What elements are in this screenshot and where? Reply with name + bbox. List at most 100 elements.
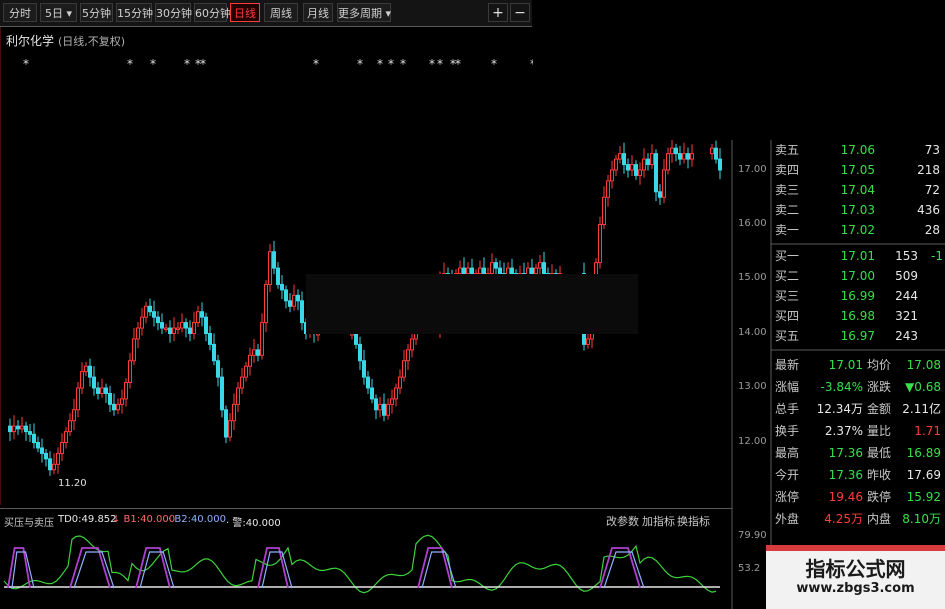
- candle-body: [478, 267, 482, 275]
- candle-body: [494, 262, 498, 269]
- candle-body: [458, 267, 462, 275]
- candle-body: [614, 158, 618, 171]
- candle-body: [84, 365, 88, 373]
- watermark-band: [766, 545, 945, 551]
- candle-body: [606, 180, 610, 198]
- candle-body: [642, 158, 646, 171]
- edit-params-button[interactable]: 改参数: [606, 513, 639, 529]
- candle-body: [618, 153, 622, 160]
- candle-body: [542, 262, 546, 275]
- candle-body: [184, 322, 188, 329]
- candle-body: [666, 153, 670, 171]
- candle-body: [658, 191, 662, 198]
- redaction-block-top: [533, 0, 945, 140]
- quote-value: 17.01: [828, 358, 863, 372]
- candle-body: [630, 164, 634, 171]
- ask-label: 卖五: [775, 143, 800, 157]
- candle-body: [626, 164, 630, 171]
- candle-body: [96, 387, 100, 394]
- bid-price: 17.00: [840, 269, 875, 283]
- candle-body: [16, 425, 20, 430]
- candle-body: [378, 403, 382, 411]
- bid-row[interactable]: 买三 16.99 244: [773, 286, 945, 307]
- price-tick: 14.00: [738, 327, 767, 338]
- candle-body: [76, 387, 80, 411]
- candle-body: [634, 164, 638, 176]
- candle-body: [292, 294, 296, 307]
- price-tick: 12.00: [738, 436, 767, 447]
- candle-body: [466, 267, 470, 275]
- bid-row[interactable]: 买一 17.01 153 -1: [773, 246, 945, 267]
- quote-value: 2.11亿: [902, 402, 941, 416]
- ask-row[interactable]: 卖四 17.05 218: [773, 160, 945, 181]
- ask-label: 卖四: [775, 163, 800, 177]
- candle-body: [48, 458, 52, 471]
- bid-row[interactable]: 买四 16.98 321: [773, 306, 945, 327]
- candle-body: [382, 403, 386, 416]
- candle-body: [678, 153, 682, 160]
- ask-volume: 218: [917, 163, 940, 177]
- candle-body: [120, 398, 124, 405]
- candle-body: [530, 267, 534, 275]
- watermark-url: www.zbgs3.com: [796, 581, 915, 596]
- candle-body: [256, 349, 260, 356]
- candle-body: [164, 327, 168, 331]
- quote-label: 今开: [775, 468, 800, 482]
- ask-label: 卖三: [775, 183, 800, 197]
- candle-body: [124, 382, 128, 400]
- ask-row[interactable]: 卖一 17.02 28: [773, 220, 945, 241]
- candle-body: [8, 425, 12, 433]
- add-indicator-button[interactable]: 加指标: [642, 513, 675, 529]
- candle-body: [358, 343, 362, 362]
- candle-body: [586, 338, 590, 345]
- bid-row[interactable]: 买五 16.97 243: [773, 326, 945, 347]
- quote-row: 涨幅 -3.84% 涨跌 ▼0.68: [773, 377, 945, 398]
- candle-body: [224, 409, 228, 438]
- indicator-sell-value: · 警:40.000: [226, 518, 281, 529]
- candle-body: [244, 365, 248, 378]
- candle-body: [650, 153, 654, 166]
- quote-value: ▼0.68: [905, 380, 941, 394]
- redaction-block-middle: [306, 274, 638, 334]
- candle-body: [622, 153, 626, 166]
- candle-body: [208, 333, 212, 345]
- indicator-group: [3, 534, 720, 594]
- candle-body: [64, 431, 68, 444]
- bid-row[interactable]: 买二 17.00 509: [773, 266, 945, 287]
- candle-body: [718, 158, 722, 171]
- indicator-tick: 79.90: [738, 530, 767, 541]
- candle-body: [252, 349, 256, 356]
- ask-price: 17.05: [840, 163, 875, 177]
- quote-value: 8.10万: [902, 512, 941, 526]
- bid-volume: 244: [895, 289, 918, 303]
- candle-body: [686, 153, 690, 160]
- ask-row[interactable]: 卖二 17.03 436: [773, 200, 945, 221]
- bid-volume: 509: [895, 269, 918, 283]
- bid-price: 16.97: [840, 329, 875, 343]
- candle-body: [140, 316, 144, 329]
- bid-volume: 153: [895, 249, 918, 263]
- candle-body: [24, 425, 28, 433]
- ask-price: 17.04: [840, 183, 875, 197]
- candle-body: [490, 262, 494, 275]
- ask-volume: 73: [924, 143, 940, 157]
- indicator-title[interactable]: 买压与卖压: [4, 514, 54, 529]
- ask-row[interactable]: 卖三 17.04 72: [773, 180, 945, 201]
- quote-row: 涨停 19.46 跌停 15.92: [773, 487, 945, 508]
- price-tick: 15.00: [738, 272, 767, 283]
- price-tick: 17.00: [738, 164, 767, 175]
- candle-body: [638, 169, 642, 176]
- quote-row: 总手 12.34万 金额 2.11亿: [773, 399, 945, 420]
- candle-body: [168, 327, 172, 334]
- switch-indicator-button[interactable]: 换指标: [677, 513, 710, 529]
- watermark-title: 指标公式网: [805, 557, 906, 581]
- candle-body: [60, 442, 64, 454]
- ask-row[interactable]: 卖五 17.06 73: [773, 140, 945, 161]
- quote-value: 2.37%: [824, 424, 863, 438]
- candle-body: [714, 147, 718, 160]
- indicator-line: [3, 534, 717, 594]
- candle-body: [710, 147, 714, 155]
- candle-body: [188, 327, 192, 334]
- candle-body: [216, 360, 220, 378]
- candle-body: [156, 316, 160, 324]
